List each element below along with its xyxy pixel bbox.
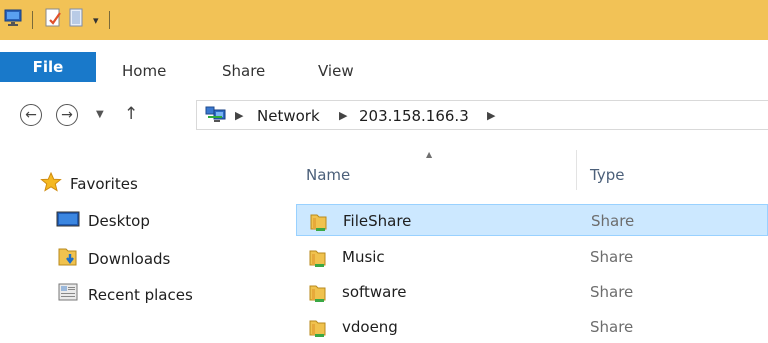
up-button[interactable]: ↑: [124, 104, 138, 124]
computer-icon[interactable]: [4, 9, 24, 31]
file-name: FileShare: [343, 212, 412, 230]
star-icon: [40, 171, 62, 196]
nav-recent-places[interactable]: Recent places: [56, 282, 193, 308]
file-name: vdoeng: [342, 318, 398, 336]
column-header-type[interactable]: Type: [590, 166, 624, 184]
back-button[interactable]: ←: [20, 104, 42, 126]
file-row[interactable]: FileShare Share: [296, 204, 768, 236]
file-type: Share: [590, 283, 634, 301]
file-name: Music: [342, 248, 385, 266]
navigation-pane: Favorites Desktop Downloads Recent place…: [0, 150, 270, 341]
qat-separator: [32, 11, 33, 29]
ribbon: File Home Share View: [0, 40, 768, 92]
breadcrumb-network[interactable]: Network: [257, 107, 320, 125]
column-separator[interactable]: [576, 150, 577, 190]
downloads-icon: [56, 246, 80, 272]
file-type: Share: [590, 248, 634, 266]
shared-folder-icon: [308, 282, 330, 308]
qat-end-separator: [108, 11, 110, 29]
tab-file[interactable]: File: [0, 52, 96, 82]
breadcrumb-host[interactable]: 203.158.166.3: [359, 107, 469, 125]
nav-favorites[interactable]: Favorites: [40, 171, 138, 196]
recent-locations-dropdown[interactable]: ▼: [96, 109, 104, 120]
file-row[interactable]: vdoeng Share: [296, 311, 768, 343]
forward-button[interactable]: →: [56, 104, 78, 126]
tab-share[interactable]: Share: [222, 62, 265, 80]
file-name: software: [342, 283, 407, 301]
new-folder-icon[interactable]: [69, 8, 87, 32]
navigation-bar: ← → ▼ ↑ ▶ Network ▶ 203.158.166.3 ▶: [0, 92, 768, 140]
tab-home[interactable]: Home: [122, 62, 166, 80]
breadcrumb-chevron[interactable]: ▶: [487, 109, 495, 122]
network-icon: [205, 106, 227, 128]
recent-places-icon: [56, 282, 80, 308]
file-type: Share: [590, 318, 634, 336]
file-row[interactable]: software Share: [296, 276, 768, 308]
breadcrumb-chevron[interactable]: ▶: [235, 109, 243, 122]
nav-downloads[interactable]: Downloads: [56, 246, 170, 272]
customize-qat-icon[interactable]: ▾: [93, 14, 99, 27]
shared-folder-icon: [308, 317, 330, 343]
nav-favorites-label: Favorites: [70, 175, 138, 193]
file-row[interactable]: Music Share: [296, 241, 768, 273]
file-type: Share: [591, 212, 635, 230]
address-bar[interactable]: ▶ Network ▶ 203.158.166.3 ▶: [196, 100, 768, 130]
back-arrow-icon: ←: [25, 107, 37, 123]
column-header-name[interactable]: Name: [306, 166, 350, 184]
sort-ascending-icon: ▲: [426, 150, 433, 159]
title-bar: ▾: [0, 0, 768, 40]
shared-folder-icon: [308, 247, 330, 273]
nav-recent-places-label: Recent places: [88, 286, 193, 304]
nav-downloads-label: Downloads: [88, 250, 171, 268]
properties-icon[interactable]: [45, 8, 63, 32]
nav-desktop[interactable]: Desktop: [56, 210, 150, 232]
tab-view[interactable]: View: [318, 62, 354, 80]
shared-folder-icon: [309, 211, 331, 237]
forward-arrow-icon: →: [61, 107, 73, 123]
nav-desktop-label: Desktop: [88, 212, 150, 230]
breadcrumb-chevron[interactable]: ▶: [339, 109, 347, 122]
file-list: ▲ Name Type FileShare Share Music Share: [296, 140, 768, 341]
quick-access-toolbar: ▾: [0, 0, 110, 40]
desktop-icon: [56, 210, 80, 232]
